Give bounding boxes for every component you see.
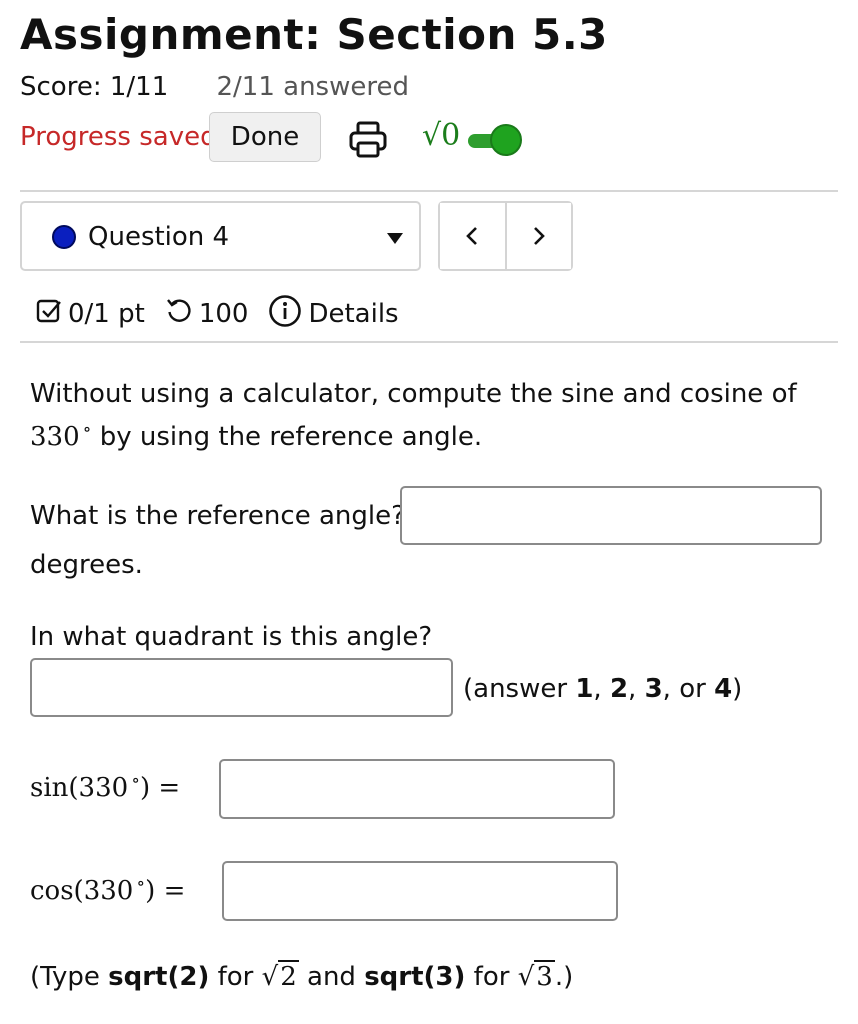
next-question-button[interactable] xyxy=(506,203,571,269)
question-select-label: Question 4 xyxy=(88,222,230,252)
question-meta: 0/1 pt 100 Details xyxy=(36,292,399,336)
chevron-left-icon xyxy=(466,227,478,245)
sqrt-two: √2 xyxy=(261,960,299,992)
points-text: 0/1 pt xyxy=(68,299,145,329)
reference-angle-input[interactable] xyxy=(400,486,822,545)
sqrt-zero-icon: √0 xyxy=(422,118,461,153)
entry-hint: (Type sqrt(2) for √2 and sqrt(3) for √3.… xyxy=(30,960,574,992)
chevron-right-icon xyxy=(533,227,545,245)
divider xyxy=(20,341,838,343)
retries-count: 100 xyxy=(198,299,249,329)
quadrant-label: In what quadrant is this angle? xyxy=(30,622,433,652)
question-status-dot xyxy=(52,225,76,249)
assignment-title: Assignment: Section 5.3 xyxy=(20,10,608,59)
degrees-unit: degrees. xyxy=(30,550,143,580)
answered-count: 2/11 answered xyxy=(216,72,410,102)
sin-label: sin(330 ∘) = xyxy=(30,770,181,803)
divider xyxy=(20,190,838,192)
toggle-knob[interactable] xyxy=(490,124,522,156)
progress-status: Progress saved xyxy=(20,122,217,152)
score-text: Score: 1/11 xyxy=(20,72,169,102)
caret-down-icon xyxy=(387,233,403,244)
question-nav-group xyxy=(438,201,573,271)
quadrant-hint: (answer 1, 2, 3, or 4) xyxy=(463,674,743,704)
score-row: Score: 1/11 2/11 answered xyxy=(20,72,409,102)
previous-question-button[interactable] xyxy=(440,203,507,269)
cos-label: cos(330 ∘) = xyxy=(30,873,186,906)
math-display-toggle[interactable]: √0 xyxy=(422,118,526,162)
details-link[interactable]: Details xyxy=(308,299,398,329)
done-button[interactable]: Done xyxy=(209,112,321,162)
sin-input[interactable] xyxy=(219,759,615,819)
retry-icon xyxy=(165,297,193,332)
prompt-text: Without using a calculator, compute the … xyxy=(30,379,797,409)
checkbox-icon xyxy=(36,298,62,331)
reference-angle-label: What is the reference angle? xyxy=(30,501,405,531)
quadrant-input[interactable] xyxy=(30,658,453,717)
question-prompt: Without using a calculator, compute the … xyxy=(30,376,820,455)
angle-value: 330 ∘ xyxy=(30,419,92,452)
question-select[interactable]: Question 4 xyxy=(20,201,421,271)
print-icon[interactable] xyxy=(348,119,388,159)
info-icon[interactable] xyxy=(268,294,302,335)
prompt-tail: by using the reference angle. xyxy=(99,422,483,452)
cos-input[interactable] xyxy=(222,861,618,921)
sqrt-three: √3 xyxy=(517,960,555,992)
